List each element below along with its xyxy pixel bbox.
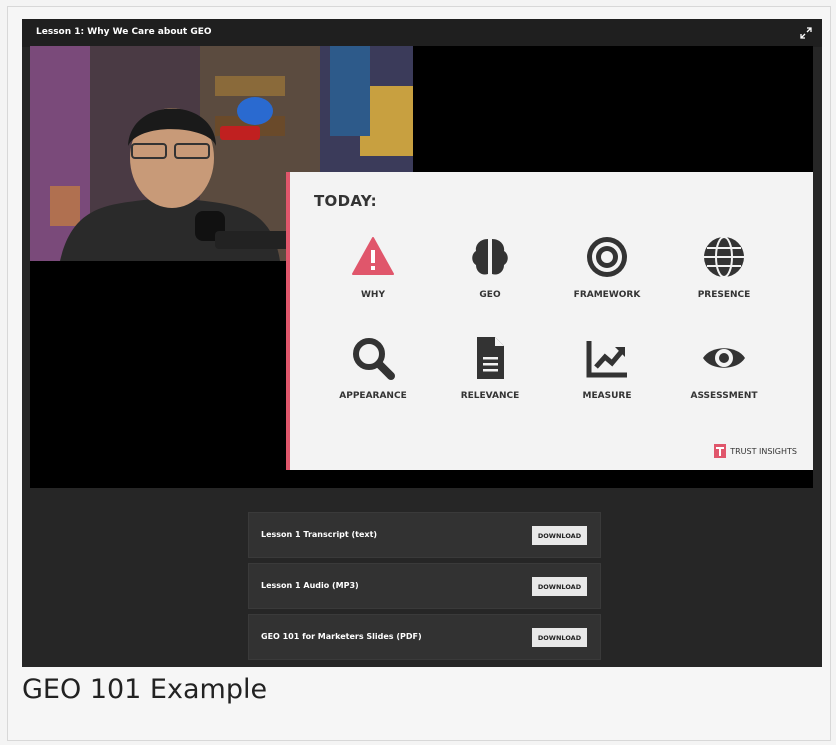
slide-item-label: APPEARANCE [339, 391, 407, 401]
slide: TODAY: WHY GEO FRAMEWORK PRESENCE APPEAR… [286, 172, 813, 470]
target-icon [587, 237, 627, 277]
slide-item-label: GEO [479, 290, 501, 300]
slide-item-label: PRESENCE [697, 290, 751, 300]
download-audio-button[interactable]: DOWNLOAD [532, 577, 587, 596]
download-row: Lesson 1 Audio (MP3) DOWNLOAD [248, 563, 601, 609]
expand-icon[interactable] [798, 25, 814, 41]
brain-icon [472, 239, 508, 275]
course-player: Lesson 1: Why We Care about GEO TODAY: W… [22, 19, 822, 667]
slide-item-geo: GEO [435, 234, 545, 300]
slide-item-why: WHY [318, 234, 428, 300]
slide-item-measure: MEASURE [552, 335, 662, 401]
download-row: GEO 101 for Marketers Slides (PDF) DOWNL… [248, 614, 601, 660]
slide-item-label: RELEVANCE [460, 391, 520, 401]
slide-item-framework: FRAMEWORK [552, 234, 662, 300]
lesson-title: Lesson 1: Why We Care about GEO [36, 27, 212, 37]
brand-name: TRUST INSIGHTS [730, 446, 797, 456]
slide-item-assessment: ASSESSMENT [669, 335, 779, 401]
video-area[interactable]: TODAY: WHY GEO FRAMEWORK PRESENCE APPEAR… [30, 46, 813, 488]
slide-item-relevance: RELEVANCE [435, 335, 545, 401]
slide-item-presence: PRESENCE [669, 234, 779, 300]
globe-icon [704, 236, 744, 278]
slide-heading: TODAY: [314, 192, 377, 210]
download-label: Lesson 1 Audio (MP3) [261, 581, 359, 590]
chart-icon [586, 341, 627, 378]
warning-icon [352, 237, 394, 275]
slide-item-label: FRAMEWORK [573, 290, 641, 300]
document-icon [477, 337, 504, 379]
eye-icon [703, 348, 745, 368]
search-icon [353, 338, 395, 380]
slide-item-label: MEASURE [582, 391, 632, 401]
slide-item-label: WHY [361, 290, 385, 300]
download-row: Lesson 1 Transcript (text) DOWNLOAD [248, 512, 601, 558]
image-caption: GEO 101 Example [22, 674, 268, 705]
download-label: GEO 101 for Marketers Slides (PDF) [261, 632, 422, 641]
slide-item-appearance: APPEARANCE [318, 335, 428, 401]
player-titlebar: Lesson 1: Why We Care about GEO [22, 19, 822, 47]
trust-insights-logo-icon [714, 444, 727, 458]
download-label: Lesson 1 Transcript (text) [261, 530, 378, 539]
brand-logo: TRUST INSIGHTS [714, 444, 797, 458]
download-slides-button[interactable]: DOWNLOAD [532, 628, 587, 647]
slide-item-label: ASSESSMENT [690, 391, 758, 401]
downloads-list: Lesson 1 Transcript (text) DOWNLOAD Less… [248, 512, 601, 665]
download-transcript-button[interactable]: DOWNLOAD [532, 526, 587, 545]
